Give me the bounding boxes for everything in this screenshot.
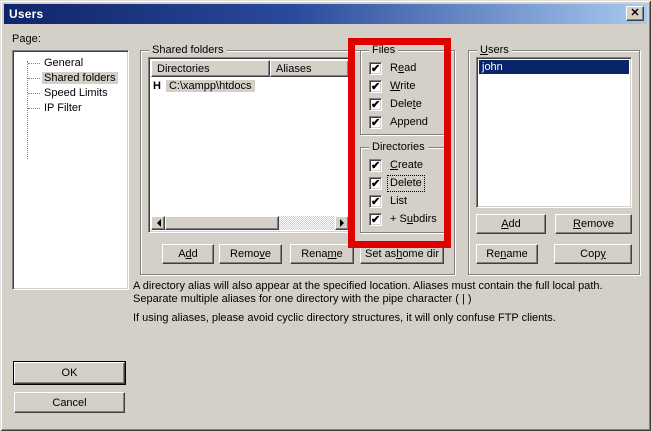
shared-folders-group-label: Shared folders — [149, 43, 227, 57]
rename-directory-button[interactable]: Rename — [290, 244, 354, 264]
append-checkbox[interactable] — [369, 116, 382, 129]
directory-path: C:\xampp\htdocs — [166, 80, 255, 92]
delete-dir-checkbox[interactable] — [369, 177, 382, 190]
checkbox-row-delete-file[interactable]: Delete — [369, 97, 424, 111]
close-icon: ✕ — [630, 8, 639, 19]
add-user-button[interactable]: Add — [476, 214, 546, 234]
scroll-right-button[interactable] — [335, 216, 349, 230]
horizontal-scrollbar[interactable] — [151, 216, 349, 230]
tree-item-label: Shared folders — [42, 72, 118, 84]
home-dir-marker: H — [153, 80, 161, 92]
users-dialog: Users ✕ Page: General Shared folders Spe… — [0, 0, 651, 431]
checkbox-row-read[interactable]: Read — [369, 61, 418, 75]
checkbox-row-create[interactable]: Create — [369, 158, 425, 172]
directories-listview[interactable]: Directories Aliases H C:\xampp\htdocs — [148, 57, 352, 233]
tree-item-shared-folders[interactable]: Shared folders — [13, 71, 128, 86]
add-directory-button[interactable]: Add — [162, 244, 214, 264]
alias-notes: A directory alias will also appear at th… — [133, 280, 641, 331]
set-as-home-dir-button[interactable]: Set as home dir — [360, 244, 444, 264]
subdirs-checkbox[interactable] — [369, 213, 382, 226]
checkbox-row-list[interactable]: List — [369, 194, 409, 208]
tree-item-label: General — [42, 57, 85, 69]
checkbox-row-delete-dir[interactable]: Delete — [369, 176, 424, 190]
users-listbox[interactable]: john — [476, 57, 632, 208]
ok-button[interactable]: OK — [14, 362, 125, 384]
append-checkbox-label: Append — [388, 115, 430, 130]
write-checkbox[interactable] — [369, 80, 382, 93]
close-button[interactable]: ✕ — [626, 6, 644, 21]
directories-permissions-group: Directories Create Delete List + Subdirs — [360, 147, 447, 233]
checkbox-row-write[interactable]: Write — [369, 79, 417, 93]
listview-header: Directories Aliases — [151, 60, 349, 77]
read-checkbox-label: Read — [388, 61, 418, 76]
write-checkbox-label: Write — [388, 79, 417, 94]
users-group-label: Users — [477, 43, 512, 57]
alias-note-paragraph-1: A directory alias will also appear at th… — [133, 280, 641, 306]
files-permissions-group: Files Read Write Delete Append — [360, 50, 447, 135]
arrow-left-icon — [153, 219, 161, 227]
scroll-left-button[interactable] — [151, 216, 165, 230]
alias-note-paragraph-2: If using aliases, please avoid cyclic di… — [133, 312, 641, 325]
tree-item-label: IP Filter — [42, 102, 84, 114]
arrow-right-icon — [340, 219, 348, 227]
delete-file-checkbox-label: Delete — [388, 97, 424, 112]
delete-dir-checkbox-label: Delete — [388, 176, 424, 191]
tree-item-speed-limits[interactable]: Speed Limits — [13, 86, 128, 101]
user-item-john[interactable]: john — [479, 60, 629, 74]
delete-file-checkbox[interactable] — [369, 98, 382, 111]
list-checkbox[interactable] — [369, 195, 382, 208]
read-checkbox[interactable] — [369, 62, 382, 75]
checkbox-row-append[interactable]: Append — [369, 115, 430, 129]
column-header-directories[interactable]: Directories — [151, 60, 270, 77]
column-header-aliases[interactable]: Aliases — [270, 60, 349, 77]
cancel-button[interactable]: Cancel — [14, 392, 125, 413]
create-checkbox-label: Create — [388, 158, 425, 173]
directory-row[interactable]: H C:\xampp\htdocs — [153, 79, 255, 93]
page-label: Page: — [12, 33, 41, 45]
directories-group-label: Directories — [369, 140, 428, 154]
list-checkbox-label: List — [388, 194, 409, 209]
remove-directory-button[interactable]: Remove — [219, 244, 282, 264]
tree-item-label: Speed Limits — [42, 87, 110, 99]
tree-item-general[interactable]: General — [13, 56, 128, 71]
page-tree[interactable]: General Shared folders Speed Limits IP F… — [12, 50, 129, 290]
copy-user-button[interactable]: Copy — [554, 244, 632, 264]
remove-user-button[interactable]: Remove — [555, 214, 632, 234]
rename-user-button[interactable]: Rename — [476, 244, 538, 264]
create-checkbox[interactable] — [369, 159, 382, 172]
subdirs-checkbox-label: + Subdirs — [388, 212, 439, 227]
window-title: Users — [9, 7, 43, 21]
tree-item-ip-filter[interactable]: IP Filter — [13, 101, 128, 116]
scrollbar-thumb[interactable] — [165, 216, 279, 230]
files-group-label: Files — [369, 43, 398, 57]
checkbox-row-subdirs[interactable]: + Subdirs — [369, 212, 439, 226]
title-bar[interactable]: Users ✕ — [4, 4, 647, 24]
